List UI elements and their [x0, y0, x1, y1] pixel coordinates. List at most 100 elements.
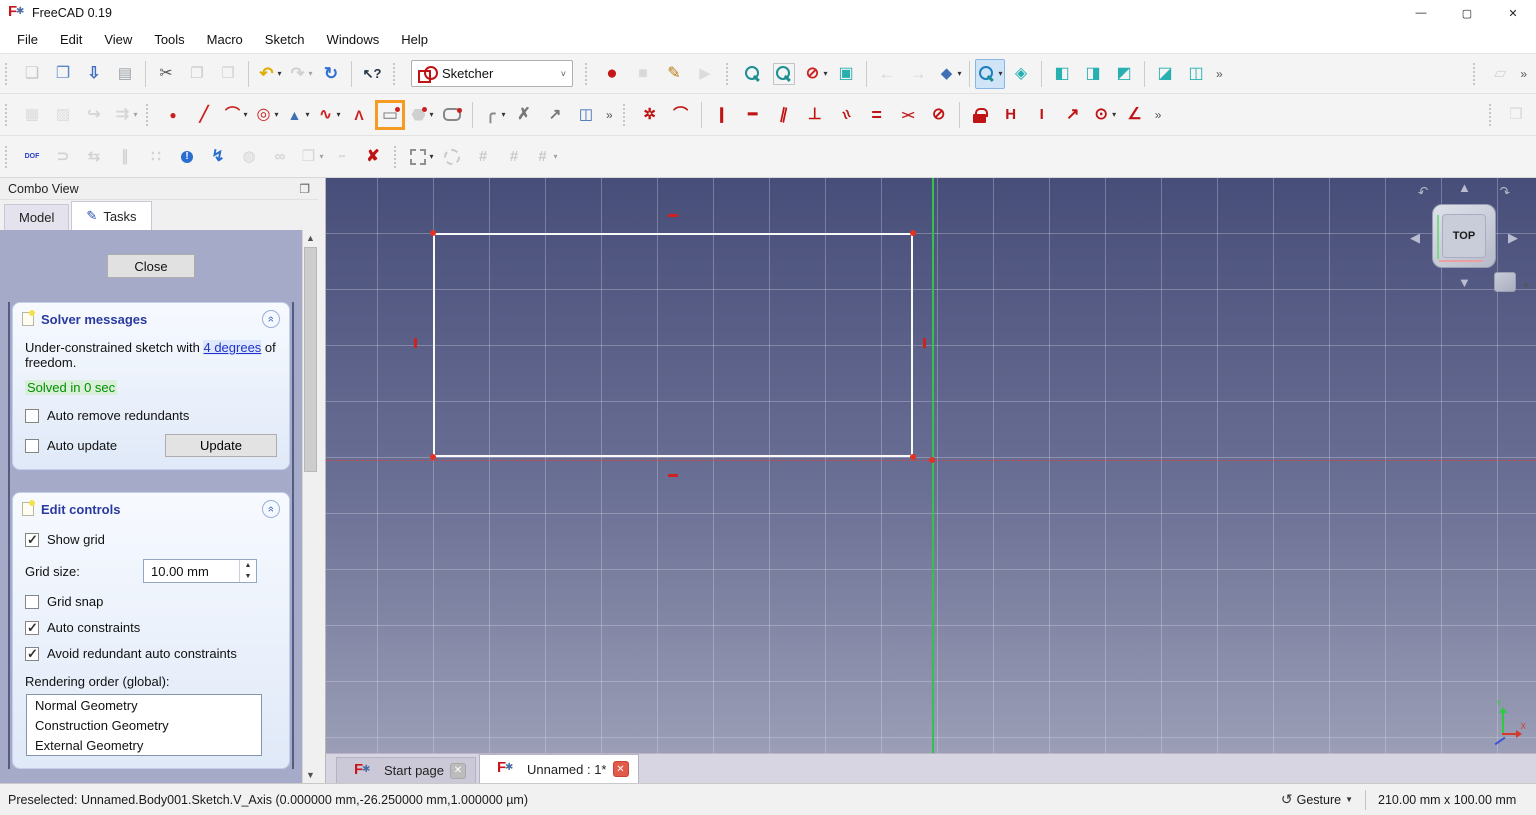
select-conflicting-button[interactable]: [203, 142, 233, 172]
list-item-normal-geometry[interactable]: Normal Geometry: [27, 695, 261, 715]
collapse-icon[interactable]: »: [262, 500, 280, 518]
constrain-distance-y-button[interactable]: [1027, 100, 1057, 130]
close-task-button[interactable]: Close: [107, 254, 195, 278]
view-axonometric-button[interactable]: [1006, 59, 1036, 89]
constrain-point-on-object-button[interactable]: [666, 100, 696, 130]
scroll-down-icon[interactable]: ▼: [303, 767, 319, 783]
tasks-scrollbar[interactable]: ▲ ▼: [302, 230, 318, 783]
constrain-distance-button[interactable]: [1058, 100, 1088, 130]
arrow-up-icon[interactable]: ▲: [1458, 180, 1471, 195]
spinner-arrows[interactable]: ▲ ▼: [239, 560, 256, 582]
dropdown-arrow-icon[interactable]: ▾: [957, 69, 961, 78]
line-button[interactable]: [189, 100, 219, 130]
rectangle-button[interactable]: [375, 99, 405, 130]
save-file-button[interactable]: [79, 59, 109, 89]
origin-point[interactable]: [929, 457, 935, 463]
draw-style-button[interactable]: ▾: [800, 59, 830, 89]
arrow-down-icon[interactable]: ▼: [1458, 275, 1471, 290]
constrain-equal-button[interactable]: [862, 100, 892, 130]
constrain-radius-button[interactable]: ▾: [1089, 100, 1119, 130]
dropdown-arrow-icon[interactable]: ▾: [277, 69, 281, 78]
toolbar-overflow-icon[interactable]: »: [1516, 67, 1531, 81]
auto-constraints-checkbox[interactable]: [25, 620, 39, 636]
constrain-vertical-button[interactable]: [707, 100, 737, 130]
constrain-perpendicular-button[interactable]: [800, 100, 830, 130]
scroll-up-icon[interactable]: ▲: [303, 230, 319, 246]
dropdown-arrow-icon[interactable]: ▾: [336, 110, 340, 119]
navcube-top-face[interactable]: TOP: [1453, 230, 1475, 242]
rotate-right-icon[interactable]: ↷: [1497, 183, 1512, 202]
navcube-menu-arrow-icon[interactable]: ▼: [1522, 281, 1530, 290]
polyline-button[interactable]: [344, 100, 374, 130]
arrow-right-icon[interactable]: ▶: [1508, 230, 1518, 246]
show-grid-checkbox[interactable]: [25, 532, 39, 548]
dropdown-arrow-icon[interactable]: ▾: [823, 69, 827, 78]
maximize-button[interactable]: ▢: [1444, 0, 1490, 26]
degrees-of-freedom-link[interactable]: 4 degrees: [203, 340, 262, 355]
refresh-button[interactable]: [316, 59, 346, 89]
circle-button[interactable]: ▾: [251, 100, 281, 130]
constrain-coincident-button[interactable]: [635, 100, 665, 130]
dropdown-arrow-icon[interactable]: ▾: [998, 69, 1002, 78]
slot-button[interactable]: [437, 100, 467, 130]
collapse-icon[interactable]: »: [262, 310, 280, 328]
list-item-construction-geometry[interactable]: Construction Geometry: [27, 715, 261, 735]
3d-viewport[interactable]: ↶ ▲ ↷ ◀ ▶ ▼ TOP ▼ Y X: [326, 178, 1536, 753]
fillet-button[interactable]: ▾: [478, 100, 508, 130]
sync-view-button[interactable]: ▾: [975, 58, 1005, 89]
close-tab-button[interactable]: ✕: [450, 762, 466, 779]
rectangle-vertex-bottomright[interactable]: [910, 454, 916, 460]
update-button[interactable]: Update: [165, 434, 277, 457]
dropdown-arrow-icon[interactable]: ▾: [553, 152, 557, 161]
dropdown-arrow-icon[interactable]: ▾: [429, 152, 433, 161]
toolbar-overflow-icon[interactable]: »: [1212, 67, 1227, 81]
dropdown-arrow-icon[interactable]: ▾: [305, 110, 309, 119]
dropdown-arrow-icon[interactable]: ▾: [133, 110, 137, 119]
new-file-button[interactable]: [17, 59, 47, 89]
constrain-distance-x-button[interactable]: [996, 100, 1026, 130]
constrain-symmetric-button[interactable]: [893, 100, 923, 130]
macro-edit-button[interactable]: [659, 59, 689, 89]
minimize-button[interactable]: —: [1398, 0, 1444, 26]
toolbar-overflow-icon[interactable]: »: [602, 108, 617, 122]
fit-selection-button[interactable]: [769, 59, 799, 89]
view-isometric-button[interactable]: ▾: [934, 59, 964, 89]
view-right-button[interactable]: [1109, 59, 1139, 89]
auto-remove-redundants-checkbox[interactable]: [25, 408, 39, 423]
scrollbar-thumb[interactable]: [304, 247, 317, 472]
grid-size-spinner[interactable]: 10.00 mm ▲ ▼: [143, 559, 257, 583]
sketch-rectangle[interactable]: [433, 233, 913, 457]
select-dof-button[interactable]: [17, 142, 47, 172]
auto-update-checkbox[interactable]: [25, 438, 39, 453]
menu-edit[interactable]: Edit: [49, 28, 93, 51]
dropdown-arrow-icon[interactable]: ▾: [243, 110, 247, 119]
polygon-button[interactable]: ▾: [406, 100, 436, 130]
v-axis-line[interactable]: [932, 178, 934, 753]
menu-sketch[interactable]: Sketch: [254, 28, 316, 51]
view-rear-button[interactable]: [1150, 59, 1180, 89]
dropdown-arrow-icon[interactable]: ▾: [319, 152, 323, 161]
tab-unnamed-1[interactable]: Unnamed : 1* ✕: [479, 754, 639, 783]
print-button[interactable]: [110, 59, 140, 89]
rotate-left-icon[interactable]: ↶: [1416, 183, 1432, 202]
close-window-button[interactable]: ✕: [1490, 0, 1536, 26]
constrain-horizontal-button[interactable]: [738, 100, 768, 130]
cut-button[interactable]: [151, 59, 181, 89]
select-box-button[interactable]: [831, 59, 861, 89]
close-tab-button[interactable]: ✕: [612, 761, 629, 777]
bspline-button[interactable]: ▾: [313, 100, 343, 130]
open-file-button[interactable]: [48, 59, 78, 89]
undo-button[interactable]: ▾: [254, 59, 284, 89]
rectangle-vertex-topright[interactable]: [910, 230, 916, 236]
float-panel-icon[interactable]: ❐: [299, 182, 310, 196]
constrain-block-button[interactable]: [924, 100, 954, 130]
rectangle-vertex-topleft[interactable]: [430, 230, 436, 236]
dropdown-arrow-icon[interactable]: ▾: [274, 110, 278, 119]
point-button[interactable]: [158, 100, 188, 130]
list-item-external-geometry[interactable]: External Geometry: [27, 735, 261, 755]
grid-snap-checkbox[interactable]: [25, 594, 39, 609]
navcube-body[interactable]: TOP: [1432, 204, 1496, 268]
menu-windows[interactable]: Windows: [316, 28, 391, 51]
menu-file[interactable]: File: [6, 28, 49, 51]
arrow-left-icon[interactable]: ◀: [1410, 230, 1420, 246]
